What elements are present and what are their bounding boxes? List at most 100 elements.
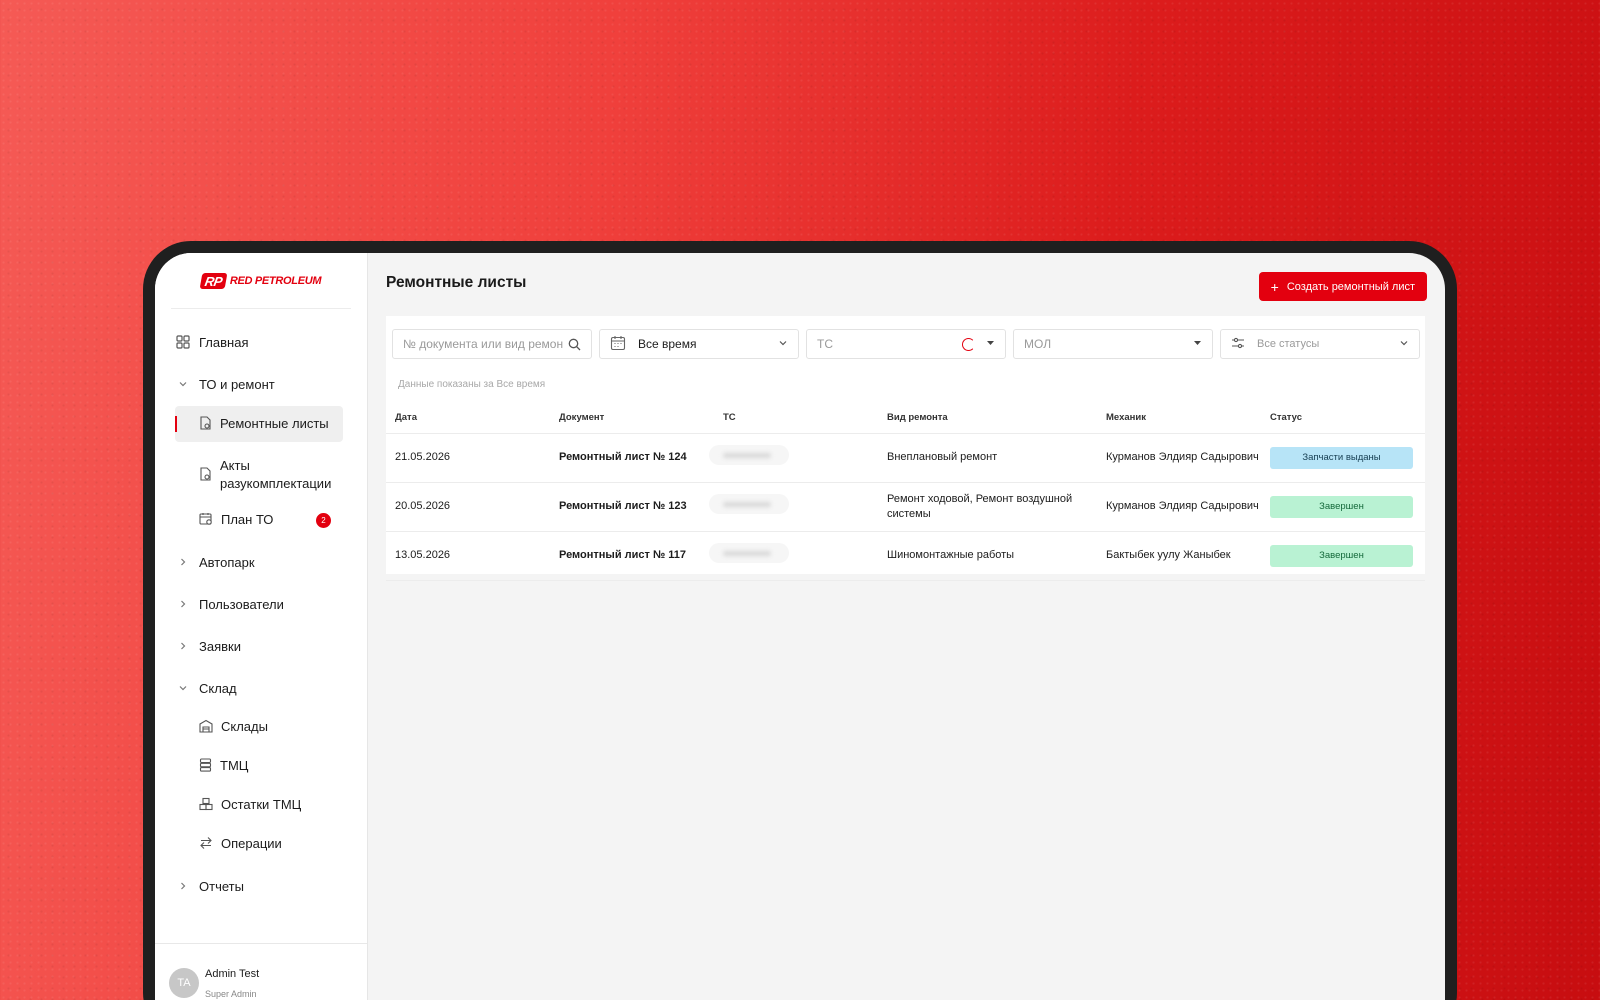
notification-badge: 2	[316, 513, 331, 528]
grid-icon	[175, 334, 191, 350]
search-field[interactable]	[392, 329, 592, 359]
stack-icon	[199, 757, 212, 775]
table-row[interactable]: 21.05.2026 Ремонтный лист № 124 Внеплано…	[386, 433, 1425, 483]
document-cell[interactable]: Ремонтный лист № 123	[550, 482, 714, 532]
repair-sheets-panel: Все время ТС МОЛ	[386, 316, 1425, 581]
app-screen: RP RED PETROLEUM Главная ТО и ремонт Рем…	[155, 253, 1445, 1000]
boxes-icon	[199, 797, 213, 814]
vehicle-cell	[709, 433, 878, 483]
vehicle-cell	[709, 482, 878, 532]
vehicle-placeholder: ТС	[817, 337, 833, 351]
document-cell[interactable]: Ремонтный лист № 117	[550, 531, 714, 581]
swap-icon	[199, 836, 213, 853]
date-cell: 13.05.2026	[386, 531, 550, 581]
sidebar-group-label: Автопарк	[199, 554, 255, 570]
sidebar-item-warehouses[interactable]: Склады	[175, 709, 343, 745]
avatar: TA	[169, 968, 199, 998]
chevron-right-icon	[175, 638, 191, 654]
redacted-plate	[709, 543, 789, 563]
sidebar-group-users[interactable]: Пользователи	[175, 586, 284, 622]
sidebar-group-reports[interactable]: Отчеты	[175, 868, 244, 904]
user-role: Super Admin	[205, 989, 257, 999]
period-select[interactable]: Все время	[599, 329, 799, 359]
mol-placeholder: МОЛ	[1024, 337, 1052, 351]
user-profile[interactable]: TA Admin Test Super Admin	[155, 943, 367, 1000]
redacted-plate	[709, 445, 789, 465]
sidebar-item-disassembly-acts[interactable]: Акты разукомплектации	[175, 452, 343, 498]
column-header[interactable]: Вид ремонта	[878, 403, 1097, 434]
loading-spinner-icon	[962, 338, 975, 351]
column-header[interactable]: Документ	[550, 403, 714, 434]
column-header[interactable]: Статус	[1261, 403, 1425, 434]
date-cell: 21.05.2026	[386, 433, 550, 483]
mechanic-cell: Курманов Элдияр Садырович	[1097, 433, 1261, 483]
sidebar-item-label: Ремонтные листы	[220, 416, 329, 431]
sidebar-group-fleet[interactable]: Автопарк	[175, 544, 255, 580]
repair-type-cell: Внеплановый ремонт	[878, 433, 1097, 483]
redacted-plate	[709, 494, 789, 514]
sidebar-item-home[interactable]: Главная	[175, 324, 248, 360]
search-input[interactable]	[403, 337, 563, 351]
table-row[interactable]: 13.05.2026 Ремонтный лист № 117 Шиномонт…	[386, 531, 1425, 581]
sidebar-item-label: Главная	[199, 334, 249, 350]
chevron-down-icon	[778, 338, 788, 351]
plus-icon: +	[1270, 278, 1279, 295]
vehicle-cell	[709, 531, 878, 581]
mechanic-cell: Бактыбек уулу Жаныбек	[1097, 531, 1261, 581]
repair-sheets-table: Дата Документ ТС Вид ремонта Механик Ста…	[386, 403, 1425, 581]
calendar-icon	[610, 335, 626, 354]
status-select[interactable]: Все статусы	[1220, 329, 1420, 359]
status-badge: Запчасти выданы	[1270, 446, 1413, 469]
filter-bar: Все время ТС МОЛ	[392, 329, 1420, 359]
logo-text: RED PETROLEUM	[229, 274, 322, 287]
document-gear-icon	[199, 466, 212, 484]
status-placeholder: Все статусы	[1257, 338, 1320, 350]
chevron-right-icon	[175, 878, 191, 894]
sidebar-item-repair-sheets[interactable]: Ремонтные листы	[175, 406, 343, 442]
calendar-gear-icon	[199, 512, 213, 529]
status-cell: Завершен	[1261, 531, 1425, 581]
sidebar-group-requests[interactable]: Заявки	[175, 628, 241, 664]
chevron-right-icon	[175, 554, 191, 570]
warehouse-icon	[199, 719, 213, 736]
sidebar-item-maintenance-plan[interactable]: План ТО 2	[175, 502, 343, 538]
status-cell: Запчасти выданы	[1261, 433, 1425, 483]
sliders-icon	[1231, 336, 1245, 353]
page-title: Ремонтные листы	[386, 274, 527, 291]
sidebar-item-label: Склады	[221, 719, 268, 734]
status-badge: Завершен	[1270, 544, 1413, 567]
brand-logo[interactable]: RP RED PETROLEUM	[171, 253, 351, 309]
create-button-label: Создать ремонтный лист	[1286, 280, 1415, 293]
period-value: Все время	[638, 337, 697, 351]
main-content: Ремонтные листы + Создать ремонтный лист…	[368, 253, 1445, 1000]
column-header[interactable]: Дата	[386, 403, 550, 434]
sidebar-item-label: Остатки ТМЦ	[221, 797, 302, 812]
status-cell: Завершен	[1261, 482, 1425, 532]
chevron-down-icon	[1399, 338, 1409, 351]
sidebar-item-label: Операции	[221, 836, 282, 851]
sidebar-item-operations[interactable]: Операции	[175, 826, 343, 862]
document-gear-icon	[199, 415, 212, 433]
vehicle-select[interactable]: ТС	[806, 329, 1006, 359]
sidebar-item-label: План ТО	[221, 512, 274, 527]
mechanic-cell: Курманов Элдияр Садырович	[1097, 482, 1261, 532]
document-cell[interactable]: Ремонтный лист № 124	[550, 433, 714, 483]
sidebar-item-label: ТМЦ	[220, 758, 249, 773]
sidebar-group-to-repair[interactable]: ТО и ремонт	[175, 366, 275, 402]
sidebar-group-label: ТО и ремонт	[199, 376, 275, 392]
mol-select[interactable]: МОЛ	[1013, 329, 1213, 359]
column-header[interactable]: Механик	[1097, 403, 1261, 434]
table-header-row: Дата Документ ТС Вид ремонта Механик Ста…	[386, 403, 1425, 434]
user-name: Admin Test	[205, 968, 260, 980]
sidebar-group-label: Пользователи	[199, 596, 284, 612]
search-icon	[568, 338, 581, 354]
caret-down-icon	[1193, 338, 1202, 350]
table-row[interactable]: 20.05.2026 Ремонтный лист № 123 Ремонт х…	[386, 482, 1425, 532]
create-repair-sheet-button[interactable]: + Создать ремонтный лист	[1258, 272, 1427, 301]
chevron-down-icon	[175, 680, 191, 696]
column-header[interactable]: ТС	[714, 403, 878, 434]
sidebar-item-inventory[interactable]: ТМЦ	[175, 748, 343, 784]
chevron-down-icon	[175, 376, 191, 392]
sidebar-item-inventory-balances[interactable]: Остатки ТМЦ	[175, 787, 343, 823]
sidebar-group-warehouse[interactable]: Склад	[175, 670, 237, 706]
